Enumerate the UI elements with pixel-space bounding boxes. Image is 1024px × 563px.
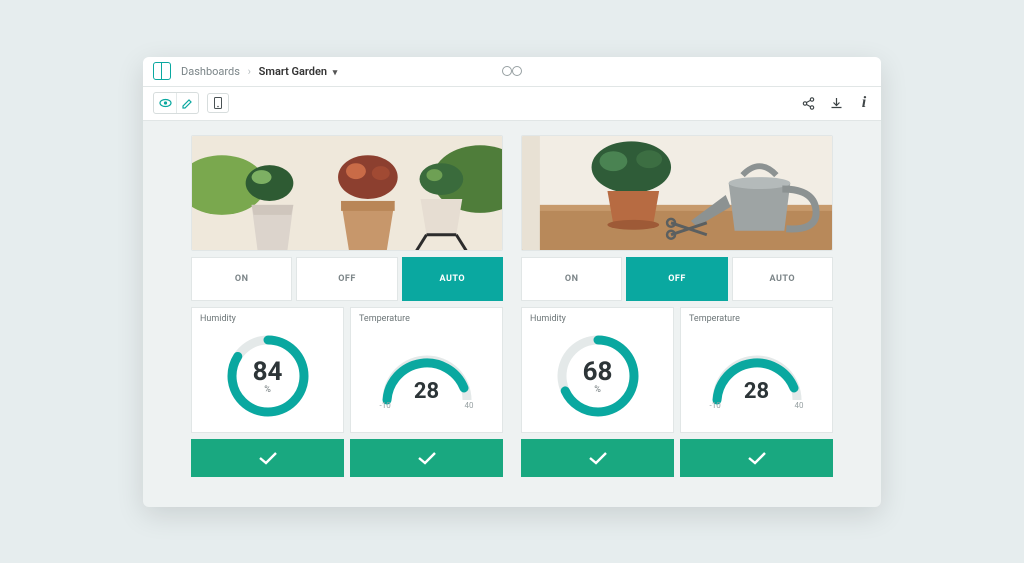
toolbar-right: i	[801, 96, 871, 110]
mode-switch: ON OFF AUTO	[191, 257, 503, 301]
temperature-gauge: Temperature 28 -10 40	[680, 307, 833, 433]
toolbar: i	[143, 87, 881, 121]
mode-on-button[interactable]: ON	[191, 257, 292, 301]
view-edit-toggle	[153, 92, 199, 114]
humidity-gauge: Humidity 84 %	[191, 307, 344, 433]
mode-off-button[interactable]: OFF	[296, 257, 397, 301]
breadcrumb: Dashboards › Smart Garden ▾	[181, 65, 337, 78]
caret-down-icon: ▾	[333, 68, 338, 78]
device-panel: ON OFF AUTO Humidity 84	[191, 135, 503, 493]
brand-icon	[502, 66, 522, 76]
humidity-unit: %	[264, 385, 271, 395]
image-widget	[191, 135, 503, 251]
gauge-title: Humidity	[200, 314, 335, 324]
breadcrumb-current-label: Smart Garden	[259, 65, 327, 78]
confirm-button[interactable]	[191, 439, 344, 477]
app-window: Dashboards › Smart Garden ▾	[143, 57, 881, 507]
humidity-value: 84	[253, 357, 283, 387]
humidity-gauge: Humidity 68 %	[521, 307, 674, 433]
humidity-value: 68	[583, 357, 613, 387]
temp-max-label: 40	[465, 401, 474, 410]
edit-mode-button[interactable]	[176, 93, 198, 113]
breadcrumb-current[interactable]: Smart Garden ▾	[259, 65, 338, 78]
topbar: Dashboards › Smart Garden ▾	[143, 57, 881, 87]
confirm-button[interactable]	[521, 439, 674, 477]
confirm-button[interactable]	[350, 439, 503, 477]
gauge-title: Humidity	[530, 314, 665, 324]
mode-off-button[interactable]: OFF	[626, 257, 727, 301]
mode-on-button[interactable]: ON	[521, 257, 622, 301]
app-logo-icon[interactable]	[153, 62, 171, 80]
mode-switch: ON OFF AUTO	[521, 257, 833, 301]
gauge-title: Temperature	[359, 314, 494, 324]
temp-max-label: 40	[795, 401, 804, 410]
breadcrumb-root[interactable]: Dashboards	[181, 65, 240, 78]
view-mode-button[interactable]	[154, 93, 176, 113]
temp-min-label: -10	[380, 401, 391, 410]
image-widget	[521, 135, 833, 251]
humidity-unit: %	[594, 385, 601, 395]
confirm-button[interactable]	[680, 439, 833, 477]
dashboard-canvas: ON OFF AUTO Humidity 84	[143, 121, 881, 507]
info-button[interactable]: i	[857, 96, 871, 110]
share-button[interactable]	[801, 96, 815, 110]
device-panel: ON OFF AUTO Humidity 68	[521, 135, 833, 493]
device-button[interactable]	[207, 93, 229, 113]
infinity-icon	[502, 66, 522, 76]
temp-min-label: -10	[710, 401, 721, 410]
mode-auto-button[interactable]: AUTO	[402, 257, 503, 301]
download-button[interactable]	[829, 96, 843, 110]
mode-auto-button[interactable]: AUTO	[732, 257, 833, 301]
gauge-title: Temperature	[689, 314, 824, 324]
chevron-right-icon: ›	[248, 65, 251, 78]
temperature-gauge: Temperature 28 -10 40	[350, 307, 503, 433]
